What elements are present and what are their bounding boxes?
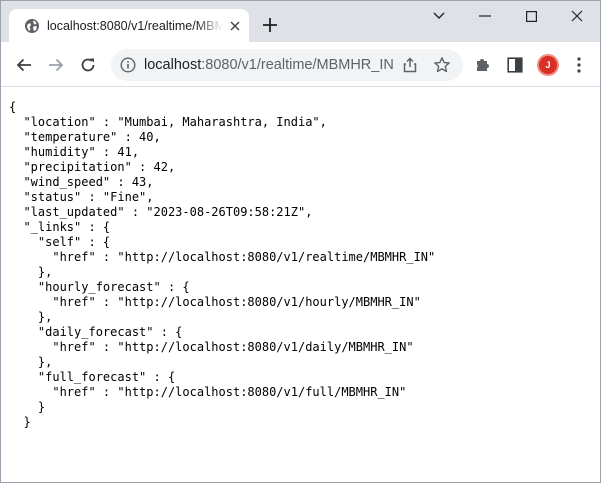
json-line: "href" : "http://localhost:8080/v1/daily…: [9, 340, 414, 354]
json-line: }: [9, 400, 46, 414]
extensions-puzzle-icon[interactable]: [473, 55, 493, 75]
kebab-menu-icon[interactable]: [569, 55, 589, 75]
json-line: "status" : "Fine",: [9, 190, 154, 204]
json-line: "precipitation" : 42,: [9, 160, 176, 174]
json-response: { "location" : "Mumbai, Maharashtra, Ind…: [9, 100, 435, 430]
json-line: "last_updated" : "2023-08-26T09:58:21Z",: [9, 205, 313, 219]
avatar-initial: J: [545, 59, 551, 70]
url-text[interactable]: localhost:8080/v1/realtime/MBMHR_IN: [144, 56, 404, 74]
json-line: "self" : {: [9, 235, 111, 249]
json-line: "href" : "http://localhost:8080/v1/realt…: [9, 250, 436, 264]
maximize-icon[interactable]: [508, 1, 554, 31]
json-line: "temperature" : 40,: [9, 130, 161, 144]
tab-strip: localhost:8080/v1/realtime/MBMHR_IN: [1, 1, 600, 42]
side-panel-icon[interactable]: [505, 55, 525, 75]
address-bar[interactable]: localhost:8080/v1/realtime/MBMHR_IN: [111, 49, 463, 81]
json-line: "hourly_forecast" : {: [9, 280, 190, 294]
json-line: "location" : "Mumbai, Maharashtra, India…: [9, 115, 327, 129]
browser-window: localhost:8080/v1/realtime/MBMHR_IN: [0, 0, 601, 483]
json-line: "wind_speed" : 43,: [9, 175, 154, 189]
back-arrow-icon[interactable]: [10, 51, 38, 79]
profile-avatar[interactable]: J: [537, 54, 559, 76]
bookmark-star-icon[interactable]: [433, 56, 451, 74]
tab-search-chevron-down-icon[interactable]: [416, 1, 462, 31]
json-line: "href" : "http://localhost:8080/v1/full/…: [9, 385, 407, 399]
json-line: "href" : "http://localhost:8080/v1/hourl…: [9, 295, 421, 309]
minimize-icon[interactable]: [462, 1, 508, 31]
reload-icon[interactable]: [74, 51, 102, 79]
globe-icon: [24, 18, 40, 34]
json-line: "full_forecast" : {: [9, 370, 176, 384]
json-line: "daily_forecast" : {: [9, 325, 183, 339]
json-line: },: [9, 355, 53, 369]
share-icon[interactable]: [401, 56, 419, 74]
url-host: localhost: [144, 57, 202, 73]
json-line: "_links" : {: [9, 220, 111, 234]
url-path: :8080/v1/realtime/MBMHR_IN: [201, 57, 394, 73]
tab-title: localhost:8080/v1/realtime/MBMHR_IN: [47, 19, 223, 33]
tab-close-icon[interactable]: [227, 18, 243, 34]
json-line: },: [9, 310, 53, 324]
json-line: {: [9, 100, 17, 114]
active-tab[interactable]: localhost:8080/v1/realtime/MBMHR_IN: [9, 9, 249, 42]
json-line: "humidity" : 41,: [9, 145, 140, 159]
page-content: { "location" : "Mumbai, Maharashtra, Ind…: [1, 87, 600, 482]
json-line: }: [9, 415, 31, 429]
site-info-icon[interactable]: [120, 57, 136, 73]
forward-arrow-icon[interactable]: [42, 51, 70, 79]
json-line: },: [9, 265, 53, 279]
new-tab-plus-icon[interactable]: [261, 16, 279, 34]
toolbar: localhost:8080/v1/realtime/MBMHR_IN J: [1, 42, 600, 87]
close-window-icon[interactable]: [554, 1, 600, 31]
